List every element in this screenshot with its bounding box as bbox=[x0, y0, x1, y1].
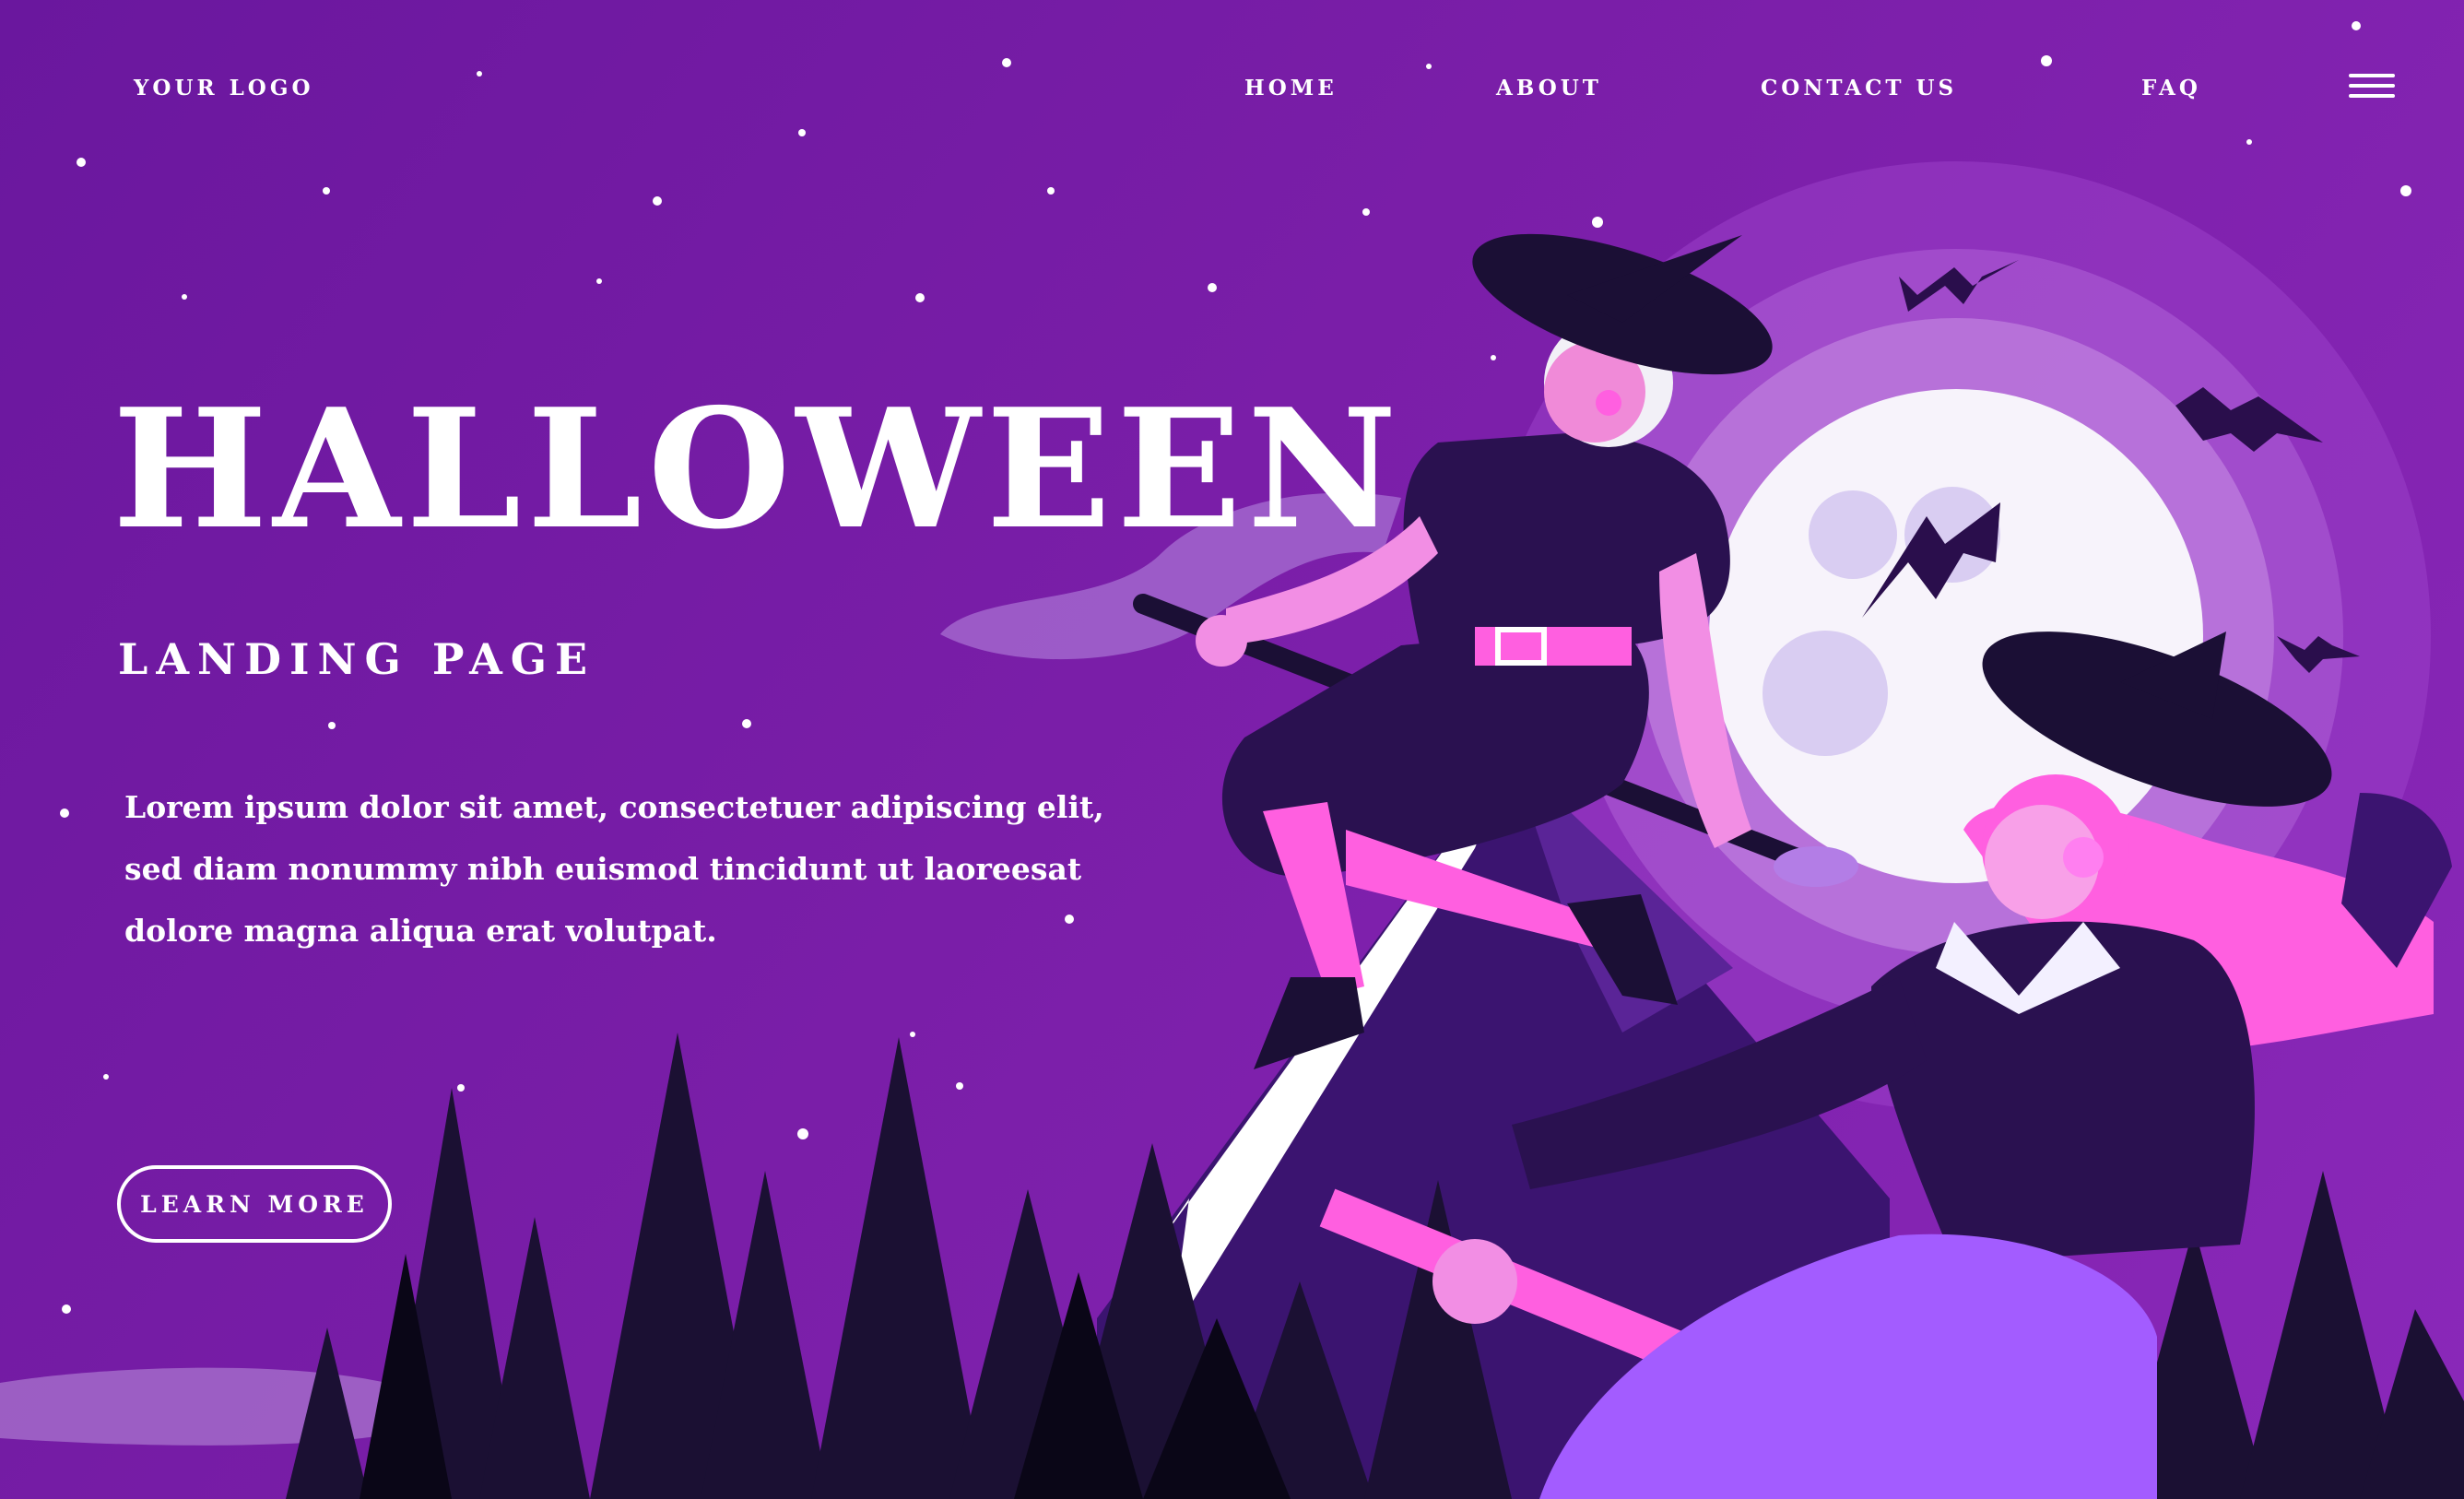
description-line: dolore magna aliqua erat volutpat. bbox=[124, 913, 717, 949]
learn-more-button[interactable]: LEARN MORE bbox=[117, 1165, 392, 1243]
description-line: sed diam nonummy nibh euismod tincidunt … bbox=[124, 851, 1082, 887]
moon bbox=[1709, 389, 2203, 883]
menu-line bbox=[2349, 74, 2395, 77]
menu-line bbox=[2349, 84, 2395, 88]
hero-subtitle: LANDING PAGE bbox=[118, 634, 596, 684]
nav-home[interactable]: HOME bbox=[1244, 76, 1338, 100]
halloween-illustration bbox=[0, 21, 2464, 1499]
hero-description: Lorem ipsum dolor sit amet, consectetuer… bbox=[124, 776, 1138, 962]
nav-faq[interactable]: FAQ bbox=[2141, 76, 2201, 100]
menu-line bbox=[2349, 94, 2395, 98]
landing-page: YOUR LOGO HOME ABOUT CONTACT US FAQ HALL… bbox=[0, 0, 2464, 1499]
description-line: Lorem ipsum dolor sit amet, consectetuer… bbox=[124, 789, 1104, 825]
main-navigation: HOME ABOUT CONTACT US FAQ bbox=[0, 76, 2464, 103]
hamburger-menu-icon[interactable] bbox=[2349, 74, 2395, 101]
nav-about[interactable]: ABOUT bbox=[1496, 76, 1602, 100]
hero-title: HALLOWEEN bbox=[112, 372, 1403, 565]
nav-contact-us[interactable]: CONTACT US bbox=[1761, 76, 1957, 100]
